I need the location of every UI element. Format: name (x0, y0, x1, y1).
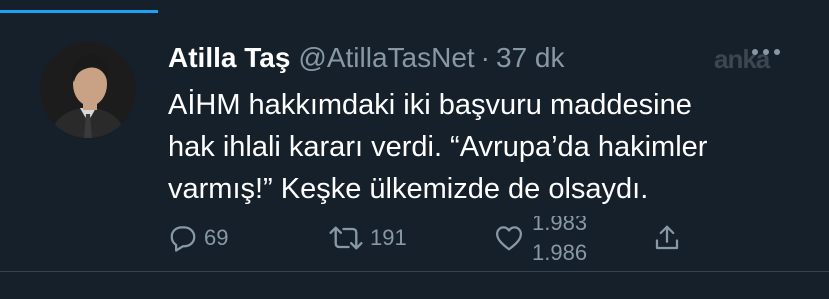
header-separator: · (480, 42, 490, 73)
like-count-ticker: 1.983 1.986 (532, 216, 592, 260)
share-icon (655, 225, 679, 250)
more-icon (752, 49, 780, 55)
progress-bar (0, 10, 158, 13)
like-count-next: 1.986 (532, 240, 588, 260)
avatar-image (40, 42, 136, 138)
tweet-text: AİHM hakkımdaki iki başvuru maddesine ha… (168, 89, 708, 205)
tweet-header: Atilla Taş @AtillaTasNet · 37 dk (168, 38, 565, 78)
tweet-timestamp[interactable]: 37 dk (496, 42, 565, 73)
like-button[interactable]: 1.983 1.986 (494, 216, 592, 260)
more-options-button[interactable] (749, 42, 783, 62)
like-count-previous: 1.983 (532, 216, 588, 235)
divider (0, 271, 829, 272)
retweet-icon (329, 226, 363, 250)
tweet-actions: 69 191 1.983 1.986 (168, 216, 698, 260)
avatar[interactable] (40, 42, 136, 138)
retweet-button[interactable]: 191 (328, 216, 407, 260)
retweet-count: 191 (370, 225, 407, 250)
reply-count: 69 (204, 225, 229, 250)
share-button[interactable] (652, 216, 682, 260)
reply-button[interactable]: 69 (168, 216, 228, 260)
heart-icon (496, 226, 522, 251)
reply-icon (170, 226, 196, 252)
author-name[interactable]: Atilla Taş (168, 42, 290, 73)
author-handle[interactable]: @AtillaTasNet (298, 42, 474, 73)
